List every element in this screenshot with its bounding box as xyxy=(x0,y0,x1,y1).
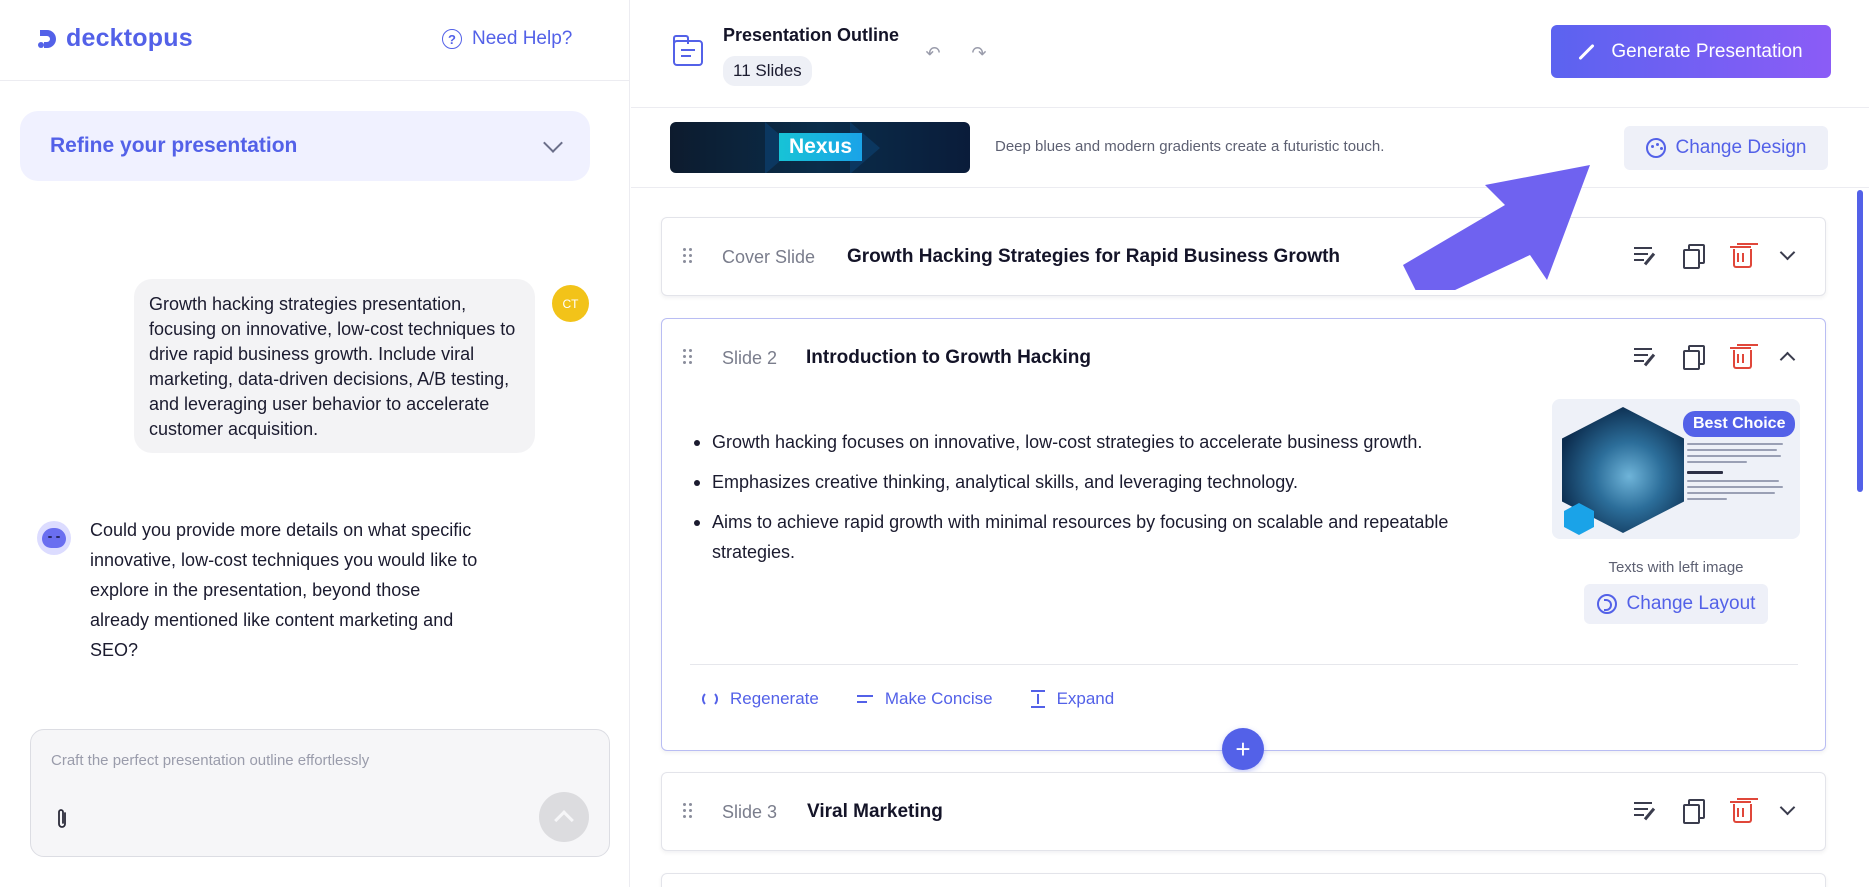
chat-panel: decktopus ? Need Help? Refine your prese… xyxy=(0,0,630,887)
expand-icon xyxy=(1030,690,1045,708)
brush-icon xyxy=(1579,44,1595,60)
slide-card-2[interactable]: Slide 2 Introduction to Growth Hacking G… xyxy=(661,318,1826,751)
slide-title[interactable]: Introduction to Growth Hacking xyxy=(806,347,1091,369)
design-bar: Nexus Deep blues and modern gradients cr… xyxy=(631,108,1869,188)
slide-tools xyxy=(1634,799,1797,824)
need-help-link[interactable]: ? Need Help? xyxy=(442,28,572,50)
slide-tools xyxy=(1634,244,1797,269)
layout-swap-icon xyxy=(1596,594,1617,614)
regenerate-button[interactable]: Regenerate xyxy=(702,689,819,709)
drag-handle-icon[interactable] xyxy=(683,803,693,819)
divider xyxy=(690,664,1798,665)
prompt-input[interactable] xyxy=(51,752,571,769)
palette-icon xyxy=(1645,138,1666,158)
bot-avatar-icon xyxy=(37,521,71,555)
chevron-down-icon xyxy=(543,133,563,153)
refresh-icon xyxy=(702,691,718,707)
decktopus-logo-icon xyxy=(38,29,56,48)
need-help-label: Need Help? xyxy=(472,28,573,49)
layout-name: Texts with left image xyxy=(1608,559,1744,576)
generate-presentation-button[interactable]: Generate Presentation xyxy=(1551,25,1831,78)
trash-icon[interactable] xyxy=(1730,345,1752,369)
ai-actions: Regenerate Make Concise Expand xyxy=(702,689,1114,709)
question-circle-icon: ? xyxy=(442,29,462,49)
change-layout-button[interactable]: Change Layout xyxy=(1584,584,1768,624)
chevron-down-icon[interactable] xyxy=(1779,799,1796,815)
page-title: Presentation Outline xyxy=(723,25,900,45)
composer xyxy=(30,729,610,857)
paperclip-icon[interactable] xyxy=(51,806,73,832)
slides-count-badge: 11 Slides xyxy=(723,56,812,86)
paperclip-glyph xyxy=(58,809,66,828)
generate-label: Generate Presentation xyxy=(1611,40,1803,62)
user-message: Growth hacking strategies presentation, … xyxy=(134,279,535,453)
change-design-button[interactable]: Change Design xyxy=(1624,126,1828,170)
trash-icon[interactable] xyxy=(1730,799,1752,823)
expand-label: Expand xyxy=(1056,689,1115,708)
slide-bullets[interactable]: Growth hacking focuses on innovative, lo… xyxy=(690,427,1510,577)
arrow-up-icon xyxy=(554,810,574,830)
edit-list-icon[interactable] xyxy=(1634,244,1656,266)
add-slide-button[interactable]: + xyxy=(1222,728,1264,770)
theme-description: Deep blues and modern gradients create a… xyxy=(995,138,1385,155)
brand-name: decktopus xyxy=(66,24,193,52)
slide-title[interactable]: Growth Hacking Strategies for Rapid Busi… xyxy=(847,246,1340,268)
plus-icon: + xyxy=(1235,733,1251,764)
drag-handle-icon[interactable] xyxy=(683,248,693,264)
outline-header: Presentation Outline 11 Slides ↶ ↷ Gener… xyxy=(631,0,1869,108)
list-item[interactable]: Emphasizes creative thinking, analytical… xyxy=(690,467,1510,497)
make-concise-button[interactable]: Make Concise xyxy=(856,689,993,709)
slide-card-3[interactable]: Slide 3 Viral Marketing xyxy=(661,772,1826,851)
redo-icon[interactable]: ↷ xyxy=(969,44,989,62)
expand-button[interactable]: Expand xyxy=(1030,689,1115,709)
slide-title[interactable]: Viral Marketing xyxy=(807,801,943,823)
chevron-down-icon[interactable] xyxy=(1779,244,1796,260)
trash-icon[interactable] xyxy=(1730,244,1752,268)
refine-presentation-toggle[interactable]: Refine your presentation xyxy=(20,111,590,181)
brand[interactable]: decktopus xyxy=(36,24,193,53)
slide-tools xyxy=(1634,345,1797,370)
layout-preview[interactable]: Best Choice xyxy=(1552,399,1800,539)
slide-number: Cover Slide xyxy=(722,247,816,267)
slide-number: Slide 2 xyxy=(722,348,778,368)
slide-card-cover[interactable]: Cover Slide Growth Hacking Strategies fo… xyxy=(661,217,1826,296)
list-item[interactable]: Aims to achieve rapid growth with minima… xyxy=(690,507,1510,567)
divider xyxy=(0,80,630,81)
scrollbar[interactable] xyxy=(1857,190,1863,492)
drag-handle-icon[interactable] xyxy=(683,349,693,365)
send-button[interactable] xyxy=(539,792,589,842)
make-concise-label: Make Concise xyxy=(884,689,993,708)
list-item[interactable]: Growth hacking focuses on innovative, lo… xyxy=(690,427,1510,457)
slide-card-header[interactable]: Cover Slide Growth Hacking Strategies fo… xyxy=(662,218,1825,296)
slide-card-header[interactable]: Slide 3 Viral Marketing xyxy=(662,773,1825,851)
copy-icon[interactable] xyxy=(1682,244,1705,269)
edit-list-icon[interactable] xyxy=(1634,345,1656,367)
preview-text-lines xyxy=(1687,443,1787,504)
chevron-up-icon[interactable] xyxy=(1779,351,1796,367)
slide-number: Slide 3 xyxy=(722,802,778,822)
theme-name: Nexus xyxy=(779,133,863,161)
bot-message: Could you provide more details on what s… xyxy=(90,520,478,660)
slide-card-4[interactable] xyxy=(661,873,1826,887)
avatar: CT xyxy=(552,285,589,322)
refine-label: Refine your presentation xyxy=(50,134,298,157)
copy-icon[interactable] xyxy=(1682,799,1705,824)
slide-card-header[interactable]: Slide 2 Introduction to Growth Hacking xyxy=(662,319,1825,397)
best-choice-badge: Best Choice xyxy=(1683,411,1796,437)
folder-outline-icon xyxy=(672,35,703,66)
copy-icon[interactable] xyxy=(1682,345,1705,370)
theme-thumbnail[interactable]: Nexus xyxy=(670,122,970,173)
change-design-label: Change Design xyxy=(1675,137,1807,158)
regenerate-label: Regenerate xyxy=(730,689,819,708)
undo-icon[interactable]: ↶ xyxy=(923,44,943,62)
change-layout-label: Change Layout xyxy=(1626,593,1756,614)
edit-list-icon[interactable] xyxy=(1634,799,1656,821)
lines-icon xyxy=(856,694,873,704)
